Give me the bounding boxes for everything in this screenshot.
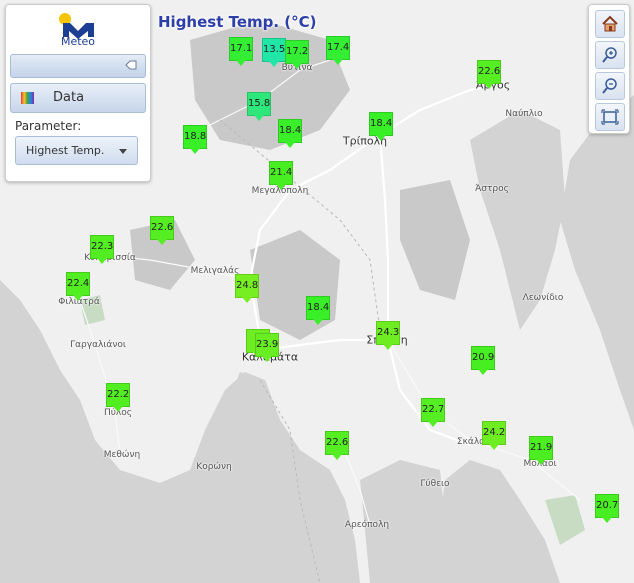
station-marker[interactable]: 22.2 <box>106 383 130 412</box>
zoom-extent-icon <box>601 109 619 125</box>
data-button[interactable]: Data <box>10 83 146 113</box>
home-icon <box>602 15 618 32</box>
map-title: Highest Temp. (°C) <box>158 13 317 31</box>
chevron-down-icon <box>119 149 127 154</box>
station-marker[interactable]: 18.8 <box>183 125 207 154</box>
station-marker[interactable]: 20.7 <box>595 494 619 523</box>
place-label: Κορώνη <box>196 462 232 472</box>
place-label: Σκάλα <box>456 437 486 447</box>
station-marker[interactable]: 23.9 <box>255 333 279 362</box>
place-label: Μελιγαλάς <box>190 266 240 276</box>
palette-icon <box>21 92 34 104</box>
parameter-label: Parameter: <box>15 119 82 133</box>
station-marker[interactable]: 22.6 <box>477 60 501 89</box>
station-marker[interactable]: 18.4 <box>369 112 393 141</box>
place-label: Αρεόπολη <box>344 520 390 530</box>
station-marker[interactable]: 20.9 <box>471 346 495 375</box>
parameter-select[interactable]: Highest Temp. <box>15 136 138 165</box>
station-marker[interactable]: 22.4 <box>66 272 90 301</box>
slider-handle-icon[interactable] <box>125 60 137 70</box>
station-marker[interactable]: 22.6 <box>325 431 349 460</box>
station-marker[interactable]: 15.8 <box>247 92 271 121</box>
map-toolbar <box>588 4 630 134</box>
place-label: Λεωνίδιο <box>522 293 564 303</box>
logo-text: Meteo <box>60 35 96 48</box>
station-marker[interactable]: 24.8 <box>235 274 259 303</box>
station-marker[interactable]: 17.2 <box>285 40 309 69</box>
station-marker[interactable]: 18.4 <box>306 296 330 325</box>
place-label: Γαργαλιάνοι <box>70 340 126 350</box>
zoom-extent-button[interactable] <box>595 103 625 131</box>
place-label: Άστρος <box>475 184 509 194</box>
station-marker[interactable]: 22.6 <box>150 216 174 245</box>
station-marker[interactable]: 21.9 <box>529 436 553 465</box>
place-label: Μεθώνη <box>103 450 141 460</box>
zoom-out-button[interactable] <box>595 72 625 100</box>
station-marker[interactable]: 17.1 <box>229 37 253 66</box>
zoom-out-icon <box>602 78 617 94</box>
zoom-in-button[interactable] <box>595 41 625 69</box>
place-label: Γύθειο <box>420 479 450 489</box>
station-marker[interactable]: 24.2 <box>482 421 506 450</box>
home-button[interactable] <box>595 10 625 38</box>
control-panel: Meteo Data Parameter: Highest Temp. <box>5 4 151 182</box>
place-label: Ναύπλιο <box>505 109 543 119</box>
zoom-in-icon <box>602 47 617 63</box>
station-marker[interactable]: 24.3 <box>376 321 400 350</box>
station-marker[interactable]: 22.3 <box>90 235 114 264</box>
parameter-select-value: Highest Temp. <box>26 144 105 157</box>
data-button-label: Data <box>53 90 85 105</box>
station-marker[interactable]: 17.4 <box>326 36 350 65</box>
station-marker[interactable]: 13.5 <box>262 38 286 67</box>
station-marker[interactable]: 22.7 <box>421 398 445 427</box>
station-marker[interactable]: 18.4 <box>278 119 302 148</box>
station-marker[interactable]: 21.4 <box>269 161 293 190</box>
time-slider[interactable] <box>10 54 146 78</box>
